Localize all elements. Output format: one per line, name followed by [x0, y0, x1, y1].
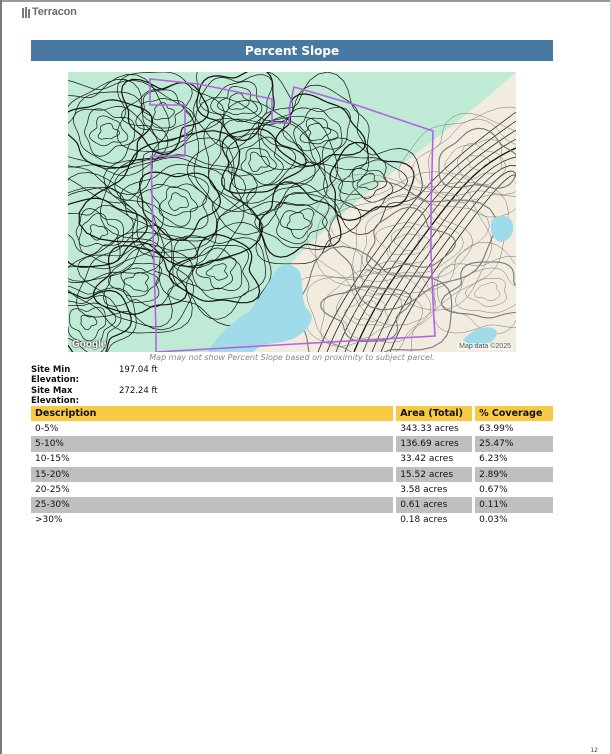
header-area: Area (Total) — [396, 406, 476, 421]
terracon-logo-icon — [22, 6, 30, 18]
row-area: 33.42 acres — [396, 451, 476, 467]
site-max-elevation-value: 272.24 ft — [119, 386, 158, 396]
table-row: 15-20% 15.52 acres 2.89% — [31, 466, 553, 483]
row-description: 20-25% — [31, 482, 397, 498]
row-area: 3.58 acres — [396, 482, 476, 498]
page-edge-left — [0, 0, 2, 754]
page-number: 12 — [590, 747, 598, 754]
table-row: 0-5% 343.33 acres 63.99% — [31, 421, 553, 437]
map-data-attribution: Map data ©2025 — [457, 343, 513, 350]
slope-table: Description Area (Total) % Coverage 0-5%… — [31, 406, 553, 529]
page-edge-top — [0, 0, 612, 2]
row-coverage: 0.11% — [475, 497, 553, 513]
row-coverage: 25.47% — [475, 436, 553, 452]
table-row: 20-25% 3.58 acres 0.67% — [31, 482, 553, 498]
row-area: 0.18 acres — [396, 512, 476, 529]
site-min-elevation-value: 197.04 ft — [119, 365, 158, 375]
row-area: 136.69 acres — [396, 436, 476, 452]
table-row: 5-10% 136.69 acres 25.47% — [31, 436, 553, 452]
table-row: 25-30% 0.61 acres 0.11% — [31, 497, 553, 513]
section-title: Percent Slope — [31, 40, 553, 61]
table-row: 10-15% 33.42 acres 6.23% — [31, 451, 553, 467]
google-attribution: Google — [72, 339, 107, 350]
site-min-elevation-label: Site Min Elevation: — [31, 365, 80, 385]
row-coverage: 0.03% — [479, 515, 508, 526]
table-row: >30% 0.18 acres 0.03% — [31, 512, 553, 529]
slope-table-header: Description Area (Total) % Coverage — [31, 406, 553, 421]
site-max-elevation-label: Site Max Elevation: — [31, 386, 80, 406]
row-coverage: 0.67% — [479, 484, 508, 495]
section-title-text: Percent Slope — [244, 43, 340, 58]
row-description: >30% — [31, 512, 397, 529]
row-area: 15.52 acres — [396, 466, 476, 483]
terracon-logo: Terracon — [22, 6, 77, 18]
row-area: 343.33 acres — [396, 421, 476, 437]
row-coverage: 6.23% — [479, 454, 508, 465]
header-coverage: % Coverage — [475, 406, 553, 421]
row-coverage: 2.89% — [475, 466, 553, 483]
row-coverage: 63.99% — [479, 423, 514, 434]
row-description: 15-20% — [31, 466, 397, 483]
slope-map-graphic — [68, 72, 516, 352]
row-description: 10-15% — [31, 451, 397, 467]
logo-text: Terracon — [32, 6, 77, 18]
row-description: 25-30% — [31, 497, 397, 513]
header-description: Description — [31, 406, 397, 421]
row-description: 0-5% — [31, 421, 397, 437]
row-area: 0.61 acres — [396, 497, 476, 513]
row-description: 5-10% — [31, 436, 397, 452]
map-caption: Map may not show Percent Slope based on … — [149, 353, 435, 362]
slope-map[interactable]: Google Map data ©2025 — [68, 72, 516, 352]
